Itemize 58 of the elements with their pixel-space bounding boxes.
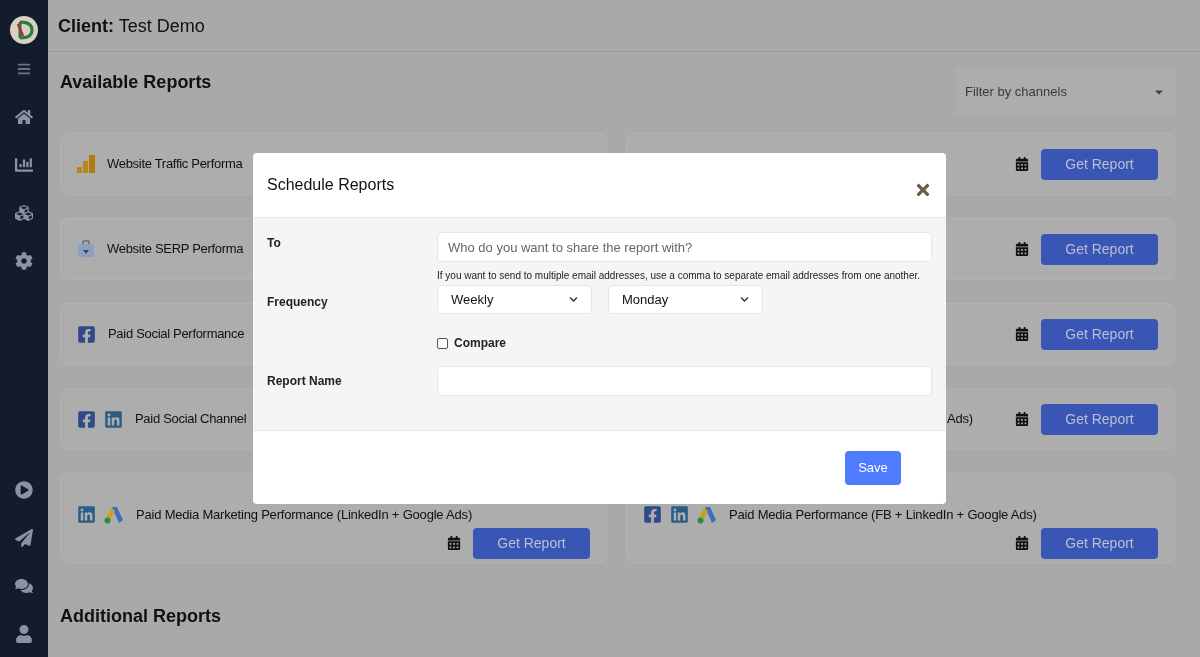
get-report-button[interactable]: Get Report: [1041, 403, 1158, 435]
channel-filter[interactable]: Filter by channels: [955, 68, 1175, 115]
calendar-icon[interactable]: [1015, 327, 1029, 341]
calendar-icon[interactable]: [1015, 157, 1029, 171]
report-title: Paid Social Performance: [108, 325, 245, 344]
get-report-button[interactable]: Get Report: [1041, 233, 1158, 265]
triangle-logo-icon: [104, 505, 124, 524]
chevron-icon: [740, 295, 749, 304]
facebook-icon: [77, 409, 96, 429]
briefcase-icon: [77, 240, 95, 258]
calendar-icon[interactable]: [1015, 242, 1029, 256]
client-name: Client: Test Demo: [58, 15, 205, 38]
frequency-select[interactable]: Weekly: [437, 285, 592, 314]
calendar-icon[interactable]: [1015, 536, 1029, 550]
linkedin-icon: [77, 505, 96, 525]
linkedin-icon: [670, 505, 689, 525]
field-label: Report Name: [267, 373, 343, 390]
section-heading: Available Reports: [60, 71, 212, 94]
day-select[interactable]: Monday: [608, 285, 763, 314]
bar-chart-icon[interactable]: [15, 156, 33, 174]
report-title: Website SERP Performa: [107, 240, 244, 259]
logo-icon[interactable]: [10, 16, 38, 44]
paper-plane-icon[interactable]: [15, 529, 33, 547]
play-icon[interactable]: [15, 481, 33, 499]
home-icon[interactable]: [15, 108, 33, 126]
field-label: Frequency: [267, 294, 329, 311]
report-title: Paid Social Channel: [135, 410, 247, 429]
settings-icon[interactable]: [15, 252, 33, 270]
report-title: Paid Media Marketing Performance (LinkedIn + Google Ads): [136, 506, 472, 524]
close-icon[interactable]: [914, 181, 932, 199]
get-report-button[interactable]: Get Report: [473, 527, 590, 559]
bar-chart-icon: [77, 155, 95, 173]
report-title: Ads): [947, 410, 973, 429]
save-button[interactable]: Save: [845, 451, 901, 485]
menu-icon[interactable]: [17, 62, 31, 76]
checkbox-label: Compare: [454, 335, 506, 352]
user-icon[interactable]: [15, 625, 33, 643]
report-name-field[interactable]: [437, 366, 932, 396]
facebook-icon: [643, 505, 662, 525]
facebook-icon: [77, 324, 96, 344]
get-report-button[interactable]: Get Report: [1041, 318, 1158, 350]
chevron-icon: [569, 295, 578, 304]
field-hint: If you want to send to multiple email addresses, use a comma to separate email addresses from one another.: [437, 269, 922, 283]
calendar-icon[interactable]: [1015, 412, 1029, 426]
linkedin-icon: [104, 409, 123, 429]
section-heading: Additional Reports: [60, 605, 222, 628]
recipients-field[interactable]: Who do you want to share the report with?: [437, 232, 932, 262]
dialog-title: Schedule Reports: [267, 175, 395, 195]
report-title: Paid Media Performance (FB + LinkedIn + Google Ads): [729, 506, 1037, 524]
calendar-icon[interactable]: [447, 536, 461, 550]
get-report-button[interactable]: Get Report: [1041, 527, 1158, 559]
triangle-logo-icon: [697, 505, 717, 524]
field-label: To: [267, 235, 282, 252]
cubes-icon[interactable]: [15, 204, 33, 222]
compare-checkbox[interactable]: [437, 337, 448, 349]
get-report-button[interactable]: Get Report: [1041, 148, 1158, 180]
report-title: Website Traffic Performa: [107, 155, 243, 174]
chat-icon[interactable]: [15, 577, 33, 595]
